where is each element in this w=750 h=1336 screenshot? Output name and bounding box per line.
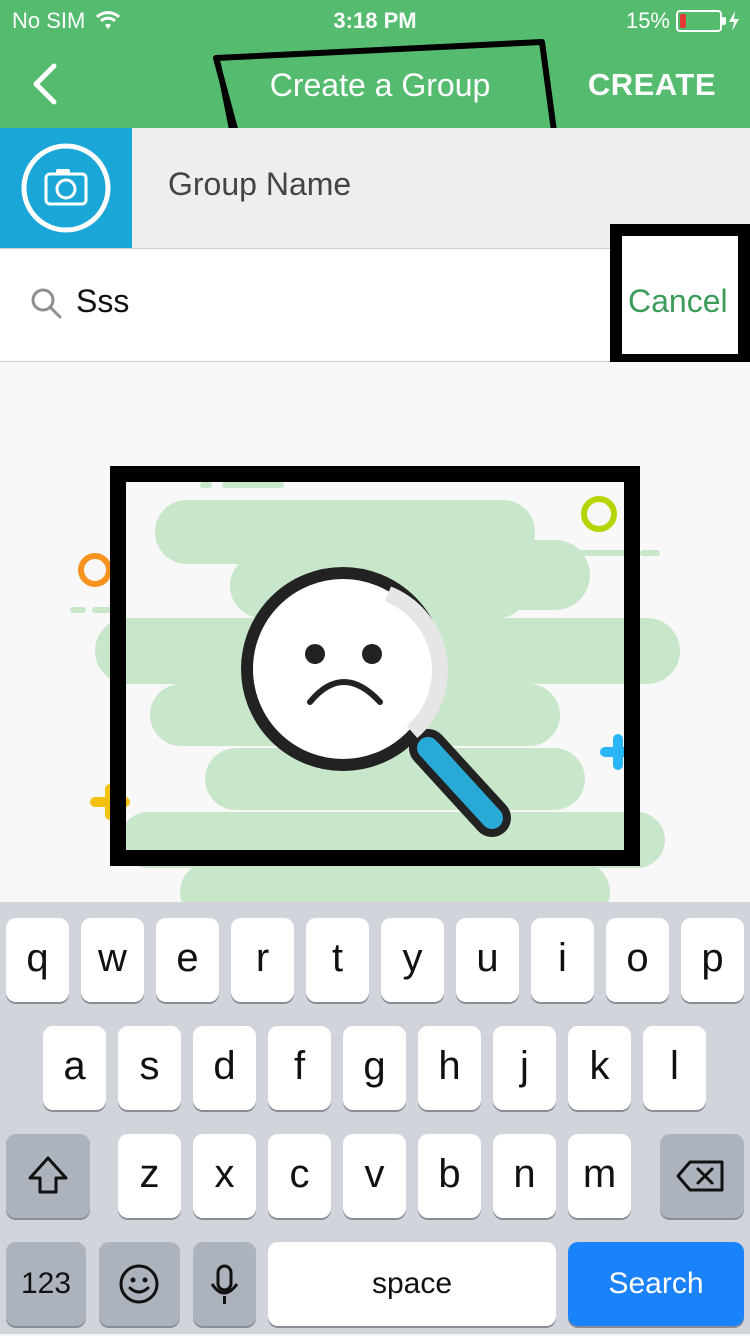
key-w[interactable]: w (81, 918, 144, 1002)
group-name-field[interactable]: Group Name (168, 166, 351, 203)
search-input[interactable]: Sss (76, 283, 129, 320)
key-n[interactable]: n (493, 1134, 556, 1218)
key-m[interactable]: m (568, 1134, 631, 1218)
status-right: 15% (626, 8, 740, 34)
key-x[interactable]: x (193, 1134, 256, 1218)
no-results-illustration (0, 362, 750, 902)
key-q[interactable]: q (6, 918, 69, 1002)
emoji-icon (119, 1264, 159, 1304)
key-z[interactable]: z (118, 1134, 181, 1218)
search-key[interactable]: Search (568, 1242, 744, 1326)
charging-bolt-icon (729, 11, 739, 31)
create-button[interactable]: CREATE (588, 58, 716, 112)
key-s[interactable]: s (118, 1026, 181, 1110)
key-r[interactable]: r (231, 918, 294, 1002)
key-c[interactable]: c (268, 1134, 331, 1218)
key-f[interactable]: f (268, 1026, 331, 1110)
shift-icon (28, 1156, 68, 1194)
key-j[interactable]: j (493, 1026, 556, 1110)
key-p[interactable]: p (681, 918, 744, 1002)
key-l[interactable]: l (643, 1026, 706, 1110)
battery-percent: 15% (625, 8, 670, 33)
group-photo-button[interactable] (0, 128, 132, 248)
key-o[interactable]: o (606, 918, 669, 1002)
delete-key[interactable] (660, 1134, 744, 1218)
key-i[interactable]: i (531, 918, 594, 1002)
backspace-icon (676, 1160, 724, 1192)
keyboard: q w e r t y u i o p a s d f g h j k l z … (0, 902, 750, 1334)
space-key[interactable]: space (268, 1242, 556, 1326)
emoji-key[interactable] (99, 1242, 180, 1326)
status-bar: No SIM 3:18 PM 15% (0, 0, 750, 40)
key-b[interactable]: b (418, 1134, 481, 1218)
search-icon (31, 288, 62, 319)
key-y[interactable]: y (381, 918, 444, 1002)
key-h[interactable]: h (418, 1026, 481, 1110)
numbers-key[interactable]: 123 (6, 1242, 86, 1326)
microphone-icon (210, 1264, 239, 1304)
key-k[interactable]: k (568, 1026, 631, 1110)
dictation-key[interactable] (193, 1242, 256, 1326)
key-d[interactable]: d (193, 1026, 256, 1110)
key-a[interactable]: a (43, 1026, 106, 1110)
back-chevron-icon[interactable] (26, 62, 66, 106)
key-t[interactable]: t (306, 918, 369, 1002)
key-e[interactable]: e (156, 918, 219, 1002)
cancel-button[interactable]: Cancel (628, 283, 728, 320)
key-u[interactable]: u (456, 918, 519, 1002)
key-g[interactable]: g (343, 1026, 406, 1110)
key-v[interactable]: v (343, 1134, 406, 1218)
camera-icon (21, 143, 111, 233)
battery-icon (676, 10, 726, 32)
shift-key[interactable] (6, 1134, 90, 1218)
